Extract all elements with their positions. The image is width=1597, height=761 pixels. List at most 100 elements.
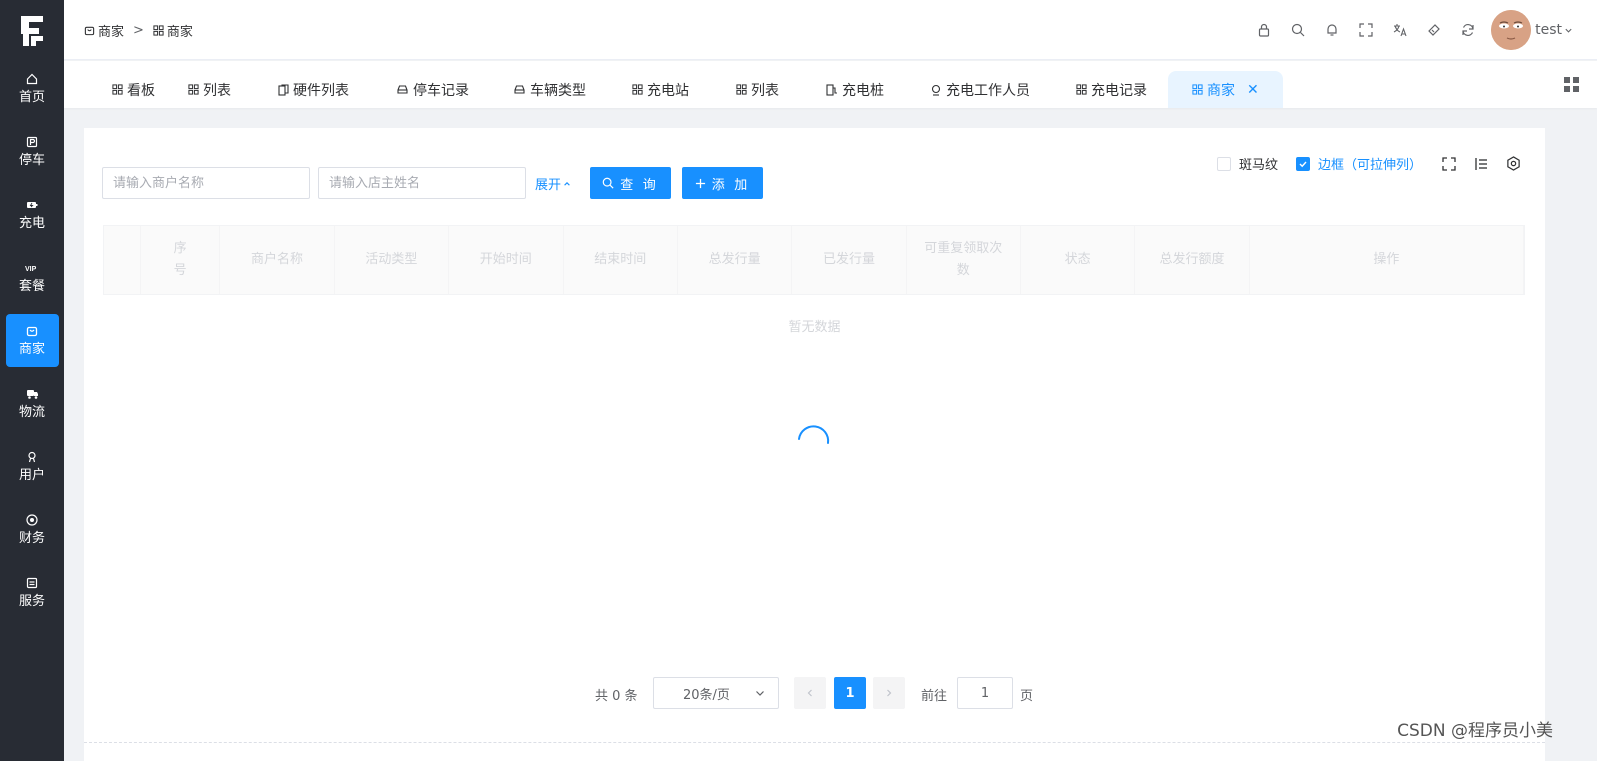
avatar[interactable] <box>1491 10 1532 50</box>
column-header[interactable]: 总发行额度 <box>1135 226 1250 294</box>
border-checkbox[interactable]: 边框（可拉伸列） <box>1295 154 1422 173</box>
tab-label: 充电站 <box>647 82 689 99</box>
tab-3[interactable]: 硬件列表 <box>278 71 349 108</box>
column-header[interactable]: 状态 <box>1021 226 1136 294</box>
tab-11[interactable]: 商家 ✕ <box>1168 71 1283 108</box>
breadcrumb-label: 商家 <box>166 25 193 40</box>
page-number-current[interactable]: 1 <box>834 677 866 709</box>
sidebar-item-truck[interactable]: 物流 <box>6 377 59 430</box>
spinner-icon <box>798 425 830 444</box>
sidebar-item-user[interactable]: 用户 <box>6 440 59 493</box>
checkbox-box <box>1216 156 1231 171</box>
page-size-select[interactable]: 20条/页 <box>653 677 779 709</box>
chevron-up-icon <box>564 181 570 186</box>
column-header[interactable]: 序号 <box>141 226 221 294</box>
search-button[interactable] <box>1281 10 1315 50</box>
avatar-face-icon <box>1491 10 1532 50</box>
refresh-icon <box>1462 24 1474 36</box>
sidebar-item-service[interactable]: 服务 <box>6 566 59 619</box>
search-icon <box>1292 23 1305 37</box>
sidebar-item-label: 服务 <box>18 594 45 609</box>
table-fullscreen-button[interactable] <box>1442 156 1456 171</box>
column-header[interactable]: 商户名称 <box>220 226 335 294</box>
merchant-name-input[interactable] <box>102 167 310 199</box>
app-logo[interactable] <box>0 0 64 62</box>
sidebar-item-vip[interactable]: VIP 套餐 <box>6 251 59 304</box>
prev-page-button[interactable] <box>794 677 826 709</box>
sidebar-item-parking[interactable]: 停车 <box>6 125 59 178</box>
settings-button[interactable] <box>1506 156 1521 171</box>
tab-4[interactable]: 停车记录 <box>396 71 469 108</box>
close-icon[interactable]: ✕ <box>1247 82 1259 98</box>
car-icon <box>396 84 409 95</box>
chevron-left-icon <box>807 689 812 697</box>
column-header[interactable]: 活动类型 <box>335 226 450 294</box>
next-page-button[interactable] <box>873 677 905 709</box>
tab-label: 列表 <box>203 82 231 99</box>
tab-7[interactable]: 列表 <box>736 71 779 108</box>
column-header[interactable]: 总发行量 <box>678 226 793 294</box>
grid-icon <box>632 84 643 95</box>
sidebar-item-charge[interactable]: 充电 <box>6 188 59 241</box>
theme-button[interactable] <box>1417 10 1451 50</box>
column-settings-button[interactable] <box>1474 157 1488 171</box>
translate-icon <box>1393 24 1407 37</box>
tab-9[interactable]: 充电工作人员 <box>930 71 1030 108</box>
tab-label: 列表 <box>751 82 779 99</box>
sidebar-item-label: 物流 <box>18 405 45 420</box>
tabs-menu-button[interactable] <box>1564 77 1579 96</box>
grid-icon <box>736 84 747 95</box>
tab-label: 充电工作人员 <box>946 82 1030 99</box>
bell-icon <box>1327 24 1337 36</box>
worker-icon <box>930 84 942 96</box>
breadcrumb-item-current: 商家 <box>153 21 193 40</box>
user-menu[interactable]: test <box>1535 22 1573 38</box>
tab-5[interactable]: 车辆类型 <box>513 71 586 108</box>
column-header[interactable]: 可重复领取次数 <box>907 226 1021 294</box>
fullscreen-button[interactable] <box>1349 10 1383 50</box>
column-header[interactable]: 操作 <box>1250 226 1525 294</box>
goto-page-input[interactable] <box>957 677 1013 709</box>
header-toolbar: test <box>1247 10 1573 50</box>
sidebar-item-label: 首页 <box>18 90 45 105</box>
expand-toggle[interactable]: 展开 <box>535 174 571 193</box>
refresh-button[interactable] <box>1451 10 1485 50</box>
tab-label: 车辆类型 <box>530 82 586 99</box>
tab-10[interactable]: 充电记录 <box>1076 71 1147 108</box>
chevron-down-icon <box>756 691 764 696</box>
check-icon <box>1299 161 1307 167</box>
pagination-total: 共 0 条 <box>595 689 638 704</box>
column-header[interactable]: 结束时间 <box>564 226 678 294</box>
service-icon <box>26 575 38 591</box>
grid-icon <box>188 84 199 95</box>
tab-label: 充电记录 <box>1091 82 1147 99</box>
tab-label: 充电桩 <box>842 82 884 99</box>
main-content: 展开 查 询 添 加 斑马纹 边框（可拉伸列） 序号商户名称活动类型开始时间结 <box>84 128 1545 761</box>
owner-name-input[interactable] <box>318 167 526 199</box>
tab-bar: 看板 列表 硬件列表 停车记录 车辆类型 充电站 列表 充电桩 充电工作人员 充电记录 商家 ✕ <box>64 61 1597 108</box>
username: test <box>1535 22 1562 38</box>
sidebar-item-label: 充电 <box>18 216 45 231</box>
language-button[interactable] <box>1383 10 1417 50</box>
shop-icon <box>84 26 95 36</box>
sidebar-item-home[interactable]: 首页 <box>6 62 59 115</box>
add-button[interactable]: 添 加 <box>682 167 763 199</box>
grid-icon <box>1192 84 1203 95</box>
breadcrumb-item-shop[interactable]: 商家 <box>84 21 124 40</box>
column-header[interactable]: 已发行量 <box>792 226 907 294</box>
query-button[interactable]: 查 询 <box>590 167 671 199</box>
lock-button[interactable] <box>1247 10 1281 50</box>
column-list-icon <box>1475 157 1487 170</box>
tab-8[interactable]: 充电桩 <box>826 71 884 108</box>
stripe-checkbox[interactable]: 斑马纹 <box>1216 154 1278 173</box>
tab-6[interactable]: 充电站 <box>632 71 689 108</box>
tab-2[interactable]: 列表 <box>188 71 231 108</box>
grid-menu-icon <box>1564 77 1579 92</box>
sidebar-item-shop[interactable]: 商家 <box>5 314 59 367</box>
sidebar-item-finance[interactable]: 财务 <box>6 503 59 556</box>
gear-icon <box>1507 156 1520 171</box>
tab-1[interactable]: 看板 <box>112 71 155 108</box>
grid-icon <box>112 84 123 95</box>
notification-button[interactable] <box>1315 10 1349 50</box>
column-header[interactable]: 开始时间 <box>449 226 564 294</box>
